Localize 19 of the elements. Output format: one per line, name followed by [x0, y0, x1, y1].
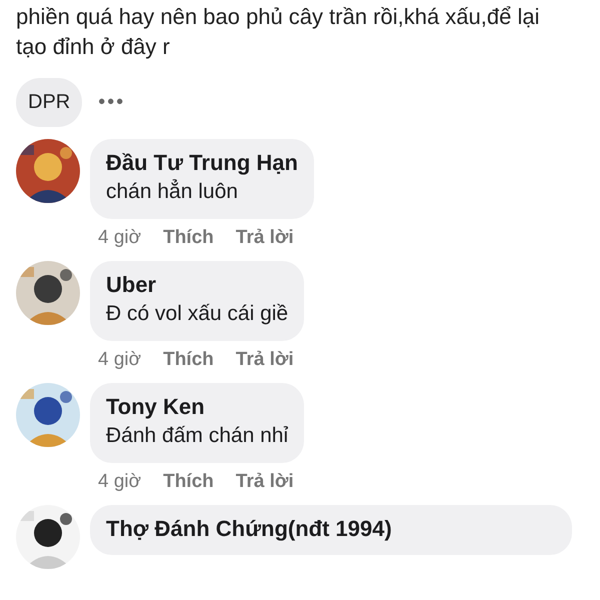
- comment-text: chán hẳn luôn: [106, 178, 239, 205]
- commenter-name[interactable]: Thợ Đánh Chứng(nđt 1994): [106, 515, 556, 543]
- reply-link[interactable]: Trả lời: [236, 471, 294, 493]
- post-text: phiền quá hay nên bao phủ cây trần rồi,khá xấu,để lại tạo đỉnh ở đây r: [16, 3, 540, 61]
- comment-time: 4 giờ: [98, 471, 142, 493]
- commenter-name[interactable]: Đầu Tư Trung Hạn: [106, 149, 298, 177]
- comment-time: 4 giờ: [98, 227, 142, 249]
- like-link[interactable]: Thích: [163, 349, 214, 371]
- more-button[interactable]: •••: [98, 91, 126, 114]
- author-chip[interactable]: DPR: [16, 78, 82, 127]
- reply-link[interactable]: Trả lời: [236, 349, 294, 371]
- like-link[interactable]: Thích: [163, 227, 214, 249]
- comment-time: 4 giờ: [98, 349, 142, 371]
- commenter-name[interactable]: Tony Ken: [106, 393, 288, 421]
- comment-text: Đánh đấm chán nhỉ: [106, 423, 288, 449]
- like-link[interactable]: Thích: [163, 471, 214, 493]
- comment-text: Đ có vol xấu cái giề: [106, 301, 288, 327]
- reply-link[interactable]: Trả lời: [236, 227, 294, 249]
- commenter-name[interactable]: Uber: [106, 271, 288, 299]
